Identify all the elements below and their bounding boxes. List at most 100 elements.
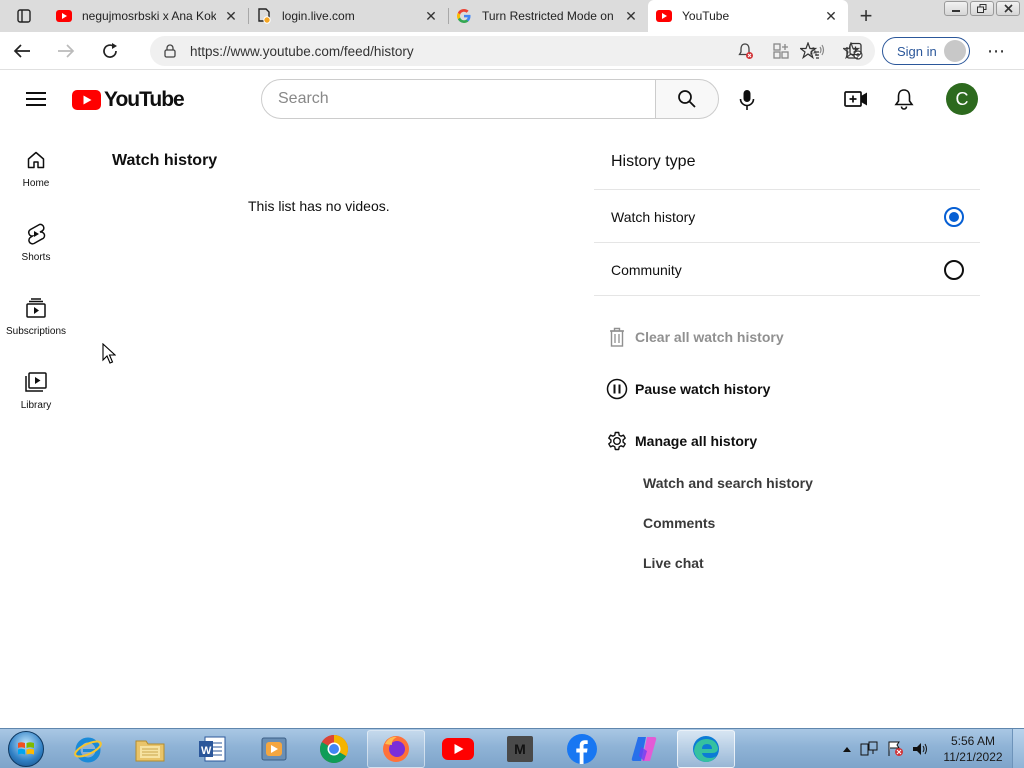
show-hidden-icons-icon[interactable] xyxy=(842,745,852,753)
subscriptions-icon xyxy=(24,296,48,320)
browser-tab-strip: negujmosrbski x Ana Koki ✕ login.live.co… xyxy=(0,0,1024,32)
guide-item-subscriptions[interactable]: Subscriptions xyxy=(0,284,72,358)
apps-icon[interactable] xyxy=(769,39,793,63)
system-clock[interactable]: 5:56 AM 11/21/2022 xyxy=(942,733,1004,765)
profile-avatar-icon xyxy=(944,40,966,62)
close-tab-icon[interactable]: ✕ xyxy=(622,7,640,25)
taskbar-microsoft-word[interactable]: W xyxy=(183,730,241,768)
comments-link[interactable]: Comments xyxy=(643,515,715,531)
close-tab-icon[interactable]: ✕ xyxy=(222,7,240,25)
address-bar[interactable]: https://www.youtube.com/feed/history A xyxy=(150,36,875,66)
voice-search-button[interactable] xyxy=(728,81,766,119)
radio-option-watch-history[interactable]: Watch history xyxy=(594,190,980,243)
taskbar-youtube[interactable] xyxy=(429,730,487,768)
taskbar-windows-explorer[interactable] xyxy=(121,730,179,768)
device-icon[interactable] xyxy=(860,741,878,757)
system-tray xyxy=(842,729,930,768)
windows-taskbar: W M 5:56 AM 11/21/2022 xyxy=(0,728,1024,768)
taskbar-firefox[interactable] xyxy=(367,730,425,768)
trash-icon xyxy=(606,326,628,348)
account-avatar-button[interactable]: C xyxy=(946,83,978,115)
lock-icon[interactable] xyxy=(150,44,190,58)
guide-item-home[interactable]: Home xyxy=(0,136,72,210)
radio-button-unchecked[interactable] xyxy=(944,259,964,280)
close-tab-icon[interactable]: ✕ xyxy=(822,7,840,25)
radio-label: Watch history xyxy=(611,208,696,225)
url-text[interactable]: https://www.youtube.com/feed/history xyxy=(190,44,733,59)
search-icon xyxy=(678,90,696,108)
show-desktop-button[interactable] xyxy=(1012,729,1024,768)
taskbar-facebook[interactable] xyxy=(553,730,611,768)
youtube-icon xyxy=(656,8,672,24)
favorites-icon xyxy=(800,42,819,60)
guide-label: Home xyxy=(22,178,50,189)
watch-and-search-history-link[interactable]: Watch and search history xyxy=(643,475,813,491)
collections-icon xyxy=(846,42,862,59)
tab-actions-icon xyxy=(17,9,31,23)
close-icon xyxy=(1003,4,1013,13)
clear-all-history-button[interactable]: Clear all watch history xyxy=(606,324,784,350)
copilot-icon xyxy=(631,737,657,761)
manage-all-history-button[interactable]: Manage all history xyxy=(606,428,757,454)
live-chat-link[interactable]: Live chat xyxy=(643,555,704,571)
minimize-button[interactable] xyxy=(944,1,968,16)
browser-tab-3[interactable]: Turn Restricted Mode on ✕ xyxy=(448,0,648,32)
pause-history-button[interactable]: Pause watch history xyxy=(606,376,770,402)
taskbar-google-chrome[interactable] xyxy=(305,730,363,768)
browser-tab-2[interactable]: login.live.com ✕ xyxy=(248,0,448,32)
youtube-logo[interactable]: YouTube xyxy=(72,88,185,112)
guide-menu-button[interactable] xyxy=(18,83,54,115)
collections-button[interactable] xyxy=(842,39,866,63)
edge-icon xyxy=(693,736,719,762)
bell-icon xyxy=(894,89,914,110)
action-label: Pause watch history xyxy=(635,381,771,397)
favorites-button[interactable] xyxy=(798,39,822,63)
guide-item-shorts[interactable]: Shorts xyxy=(0,210,72,284)
taskbar-m-app[interactable]: M xyxy=(491,730,549,768)
forward-button[interactable] xyxy=(44,32,88,70)
minimize-icon xyxy=(952,9,960,12)
youtube-icon xyxy=(442,738,474,760)
page-title: Watch history xyxy=(112,152,218,169)
home-icon xyxy=(24,148,48,172)
close-tab-icon[interactable]: ✕ xyxy=(422,7,440,25)
restore-button[interactable] xyxy=(970,1,994,16)
start-button[interactable] xyxy=(4,730,48,768)
tab-title: Turn Restricted Mode on xyxy=(482,9,614,23)
new-tab-button[interactable]: + xyxy=(848,0,884,32)
create-button[interactable] xyxy=(838,81,874,117)
action-label: Manage all history xyxy=(635,433,758,449)
taskbar-microsoft-edge[interactable] xyxy=(677,730,735,768)
window-close-button[interactable] xyxy=(996,1,1020,16)
taskbar-copilot[interactable] xyxy=(615,730,673,768)
taskbar-media-player[interactable] xyxy=(245,730,303,768)
volume-icon[interactable] xyxy=(912,741,930,757)
guide-item-library[interactable]: Library xyxy=(0,358,72,432)
search-button[interactable] xyxy=(655,79,719,119)
tab-actions-button[interactable] xyxy=(0,0,48,32)
internet-explorer-icon xyxy=(74,737,102,763)
settings-more-button[interactable]: ⋯ xyxy=(982,32,1010,70)
restore-icon xyxy=(977,4,987,13)
action-center-flag-icon[interactable] xyxy=(886,741,904,757)
notifications-button[interactable] xyxy=(886,81,922,117)
radio-option-community[interactable]: Community xyxy=(594,243,980,296)
facebook-icon xyxy=(567,734,597,764)
taskbar-internet-explorer[interactable] xyxy=(59,730,117,768)
divider xyxy=(594,295,980,296)
browser-tab-1[interactable]: negujmosrbski x Ana Koki ✕ xyxy=(48,0,248,32)
window-controls xyxy=(940,0,1024,17)
m-app-letter: M xyxy=(514,741,526,757)
youtube-icon xyxy=(56,8,72,24)
browser-tab-4-active[interactable]: YouTube ✕ xyxy=(648,0,848,32)
word-icon: W xyxy=(199,736,226,762)
back-button[interactable] xyxy=(0,32,44,70)
google-icon xyxy=(456,8,472,24)
notification-blocked-icon[interactable] xyxy=(733,39,757,63)
hamburger-menu-icon xyxy=(26,92,46,106)
radio-button-checked[interactable] xyxy=(944,206,964,227)
firefox-icon xyxy=(383,736,409,762)
refresh-button[interactable] xyxy=(88,32,132,70)
search-input[interactable] xyxy=(278,90,655,108)
sign-in-button[interactable]: Sign in xyxy=(882,37,970,65)
